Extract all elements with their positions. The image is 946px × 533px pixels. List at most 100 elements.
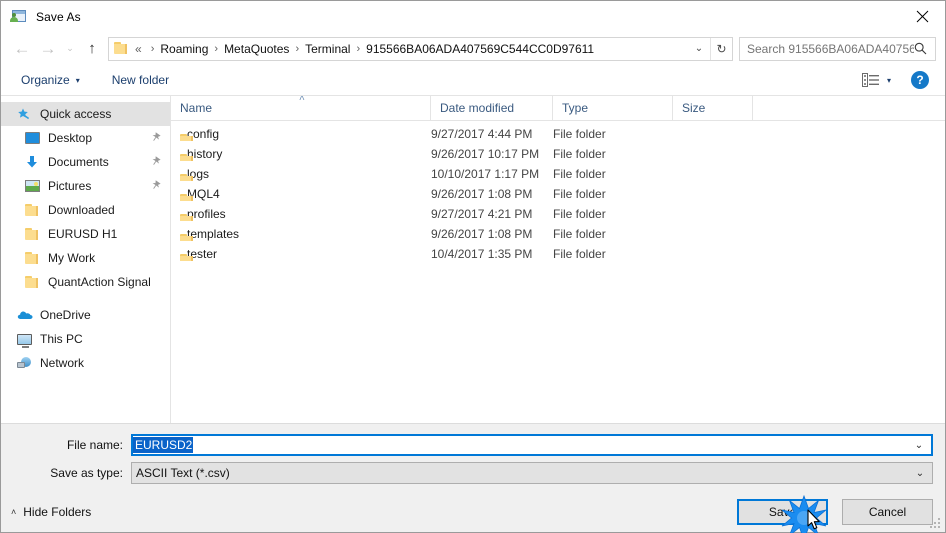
save-button-wrap: Save xyxy=(737,494,828,533)
save-button[interactable]: Save xyxy=(737,499,828,525)
pin-icon[interactable] xyxy=(147,154,163,170)
sidebar-item-this-pc[interactable]: This PC xyxy=(1,327,170,351)
cell-date-modified: 9/27/2017 4:44 PM xyxy=(431,127,533,141)
search-input[interactable]: Search 915566BA06ADA40756... xyxy=(739,36,936,61)
sidebar-item-downloaded[interactable]: Downloaded xyxy=(1,198,170,222)
new-folder-button[interactable]: New folder xyxy=(106,69,175,91)
cell-name: tester xyxy=(171,247,431,261)
forward-icon[interactable]: → xyxy=(35,36,61,62)
change-view-button[interactable]: ▾ xyxy=(858,70,895,90)
breadcrumb-terminal[interactable]: Terminal xyxy=(304,40,351,58)
column-header-label: Name xyxy=(180,101,213,115)
breadcrumb-separator: › xyxy=(150,42,155,55)
chevron-down-icon: ▾ xyxy=(75,75,80,85)
save-form: File name: EURUSD2 ⌄ Save as type: ASCII… xyxy=(1,423,945,492)
navigation-bar: ← → ⌄ ↑ « › Roaming › MetaQuotes › Termi… xyxy=(1,32,945,65)
table-row[interactable]: profiles 9/27/2017 4:21 PM File folder xyxy=(171,204,945,224)
cell-date-modified: 9/26/2017 10:17 PM xyxy=(431,147,540,161)
sidebar-item-onedrive[interactable]: OneDrive xyxy=(1,303,170,327)
folder-icon xyxy=(114,41,130,56)
cell-type: File folder xyxy=(553,227,606,241)
dialog-footer: ˄ Hide Folders Save Cancel xyxy=(1,492,945,533)
chevron-up-icon: ˄ xyxy=(11,507,17,517)
search-placeholder: Search 915566BA06ADA40756... xyxy=(747,41,914,56)
save-as-type-value: ASCII Text (*.csv) xyxy=(136,466,230,480)
window-title: Save As xyxy=(36,9,81,24)
sidebar-item-quick-access[interactable]: Quick access xyxy=(1,102,170,126)
cell-type: File folder xyxy=(553,167,606,181)
cell-date-modified: 10/10/2017 1:17 PM xyxy=(431,167,540,181)
file-name-label: File name: xyxy=(66,438,123,452)
chevron-down-icon[interactable]: ⌄ xyxy=(688,38,710,60)
chevron-down-icon[interactable]: ⌄ xyxy=(908,468,932,479)
column-header-size[interactable]: Size xyxy=(673,95,753,121)
chevron-down-icon: ▾ xyxy=(886,75,891,85)
cancel-button[interactable]: Cancel xyxy=(842,499,933,525)
cell-type: File folder xyxy=(553,127,606,141)
pictures-icon xyxy=(25,179,42,194)
sidebar-item-my-work[interactable]: My Work xyxy=(1,246,170,270)
breadcrumb-metaquotes[interactable]: MetaQuotes xyxy=(223,40,290,58)
folder-icon xyxy=(25,227,42,242)
refresh-icon[interactable]: ↻ xyxy=(710,37,732,60)
breadcrumb-roaming[interactable]: Roaming xyxy=(159,40,209,58)
address-bar[interactable]: « › Roaming › MetaQuotes › Terminal › 91… xyxy=(108,36,733,61)
organize-label: Organize xyxy=(21,73,70,87)
sidebar-item-quantaction-signal[interactable]: QuantAction Signal xyxy=(1,270,170,294)
sidebar-item-label: Downloaded xyxy=(48,203,115,217)
cell-date-modified: 9/27/2017 4:21 PM xyxy=(431,207,533,221)
organize-button[interactable]: Organize ▾ xyxy=(15,69,86,91)
sidebar-item-label: Pictures xyxy=(48,179,92,193)
sidebar-item-desktop[interactable]: Desktop xyxy=(1,126,170,150)
file-list-pane: Name ˄ Date modified Type Size config 9/… xyxy=(171,95,945,423)
column-header-label: Size xyxy=(682,101,706,115)
sidebar-item-pictures[interactable]: Pictures xyxy=(1,174,170,198)
sidebar-item-network[interactable]: Network xyxy=(1,351,170,375)
cell-name: logs xyxy=(171,167,431,181)
cell-date-modified: 9/26/2017 1:08 PM xyxy=(431,227,533,241)
sidebar-item-eurusd-h1[interactable]: EURUSD H1 xyxy=(1,222,170,246)
star-pin-icon xyxy=(17,107,34,122)
table-row[interactable]: MQL4 9/26/2017 1:08 PM File folder xyxy=(171,184,945,204)
table-row[interactable]: config 9/27/2017 4:44 PM File folder xyxy=(171,124,945,144)
file-name-row: File name: EURUSD2 ⌄ xyxy=(13,434,933,456)
this-pc-icon xyxy=(17,332,34,348)
pin-icon[interactable] xyxy=(147,130,163,146)
folder-icon xyxy=(25,203,42,218)
table-row[interactable]: templates 9/26/2017 1:08 PM File folder xyxy=(171,224,945,244)
table-row[interactable]: logs 10/10/2017 1:17 PM File folder xyxy=(171,164,945,184)
save-as-icon xyxy=(10,9,28,25)
breadcrumb-separator: › xyxy=(295,42,300,55)
table-row[interactable]: tester 10/4/2017 1:35 PM File folder xyxy=(171,244,945,264)
file-name-input[interactable]: EURUSD2 ⌄ xyxy=(131,434,933,456)
help-button[interactable]: ? xyxy=(911,71,929,89)
column-header-type[interactable]: Type xyxy=(553,95,673,121)
file-name-value: EURUSD2 xyxy=(133,437,194,453)
breadcrumb-overflow-icon[interactable]: « xyxy=(132,42,146,56)
resize-grip[interactable] xyxy=(930,518,942,530)
hide-folders-button[interactable]: ˄ Hide Folders xyxy=(11,505,91,519)
desktop-icon xyxy=(25,131,42,146)
back-icon[interactable]: ← xyxy=(9,36,35,62)
file-rows: config 9/27/2017 4:44 PM File folder his… xyxy=(171,121,945,423)
cell-name: templates xyxy=(171,227,431,241)
chevron-down-icon[interactable]: ⌄ xyxy=(907,440,931,451)
recent-locations-icon[interactable]: ⌄ xyxy=(61,36,79,62)
search-icon xyxy=(914,42,927,55)
sidebar-item-label: Documents xyxy=(48,155,109,169)
breadcrumb-terminal-id[interactable]: 915566BA06ADA407569C544CC0D97611 xyxy=(365,40,595,58)
column-header-date-modified[interactable]: Date modified xyxy=(431,95,553,121)
documents-icon xyxy=(25,155,42,170)
sidebar-item-documents[interactable]: Documents xyxy=(1,150,170,174)
up-one-level-icon[interactable]: ↑ xyxy=(79,36,105,62)
pin-icon[interactable] xyxy=(147,178,163,194)
onedrive-icon xyxy=(17,308,34,323)
dialog-body: Quick access Desktop Documents Pictures … xyxy=(1,95,945,423)
column-header-name[interactable]: Name ˄ xyxy=(171,95,431,121)
table-row[interactable]: history 9/26/2017 10:17 PM File folder xyxy=(171,144,945,164)
save-as-type-select[interactable]: ASCII Text (*.csv) ⌄ xyxy=(131,462,933,484)
sidebar-item-label: Quick access xyxy=(40,107,112,121)
hide-folders-label: Hide Folders xyxy=(23,505,92,519)
close-icon[interactable] xyxy=(899,1,945,31)
network-icon xyxy=(17,356,34,371)
